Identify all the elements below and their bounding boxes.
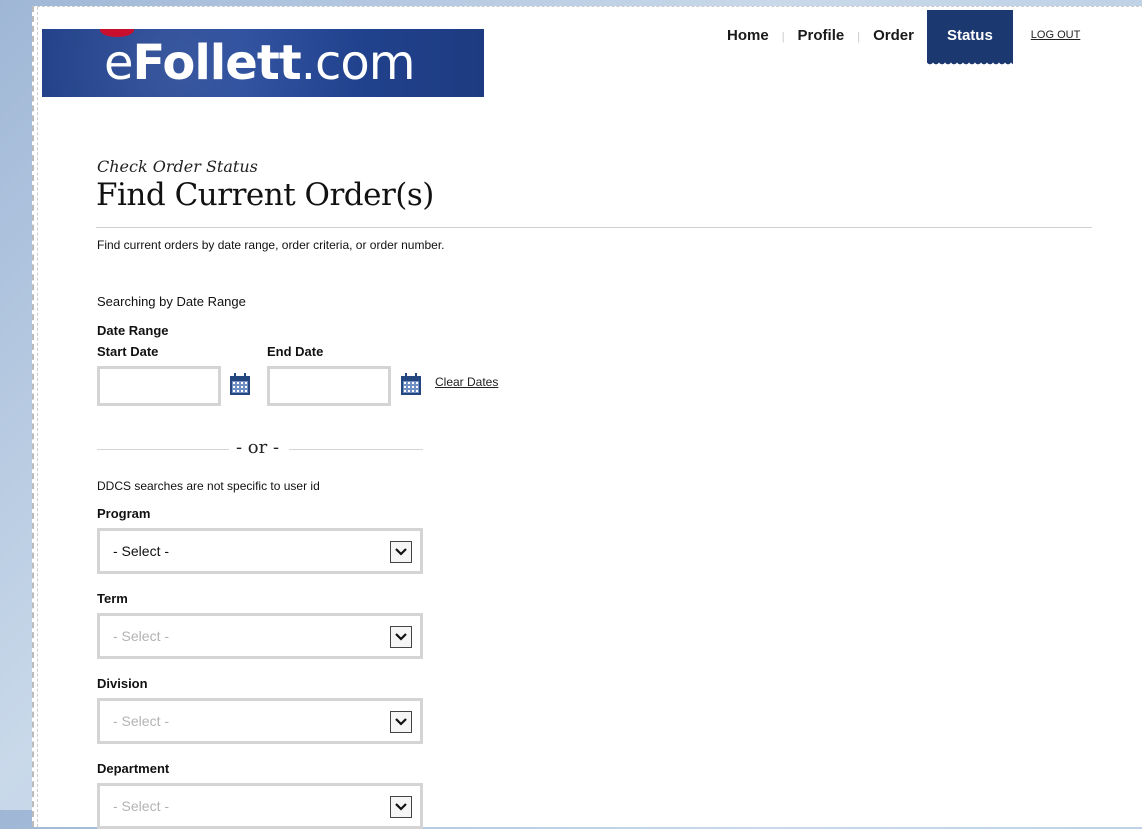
chevron-down-icon[interactable] [390, 541, 412, 563]
nav-profile[interactable]: Profile [785, 7, 858, 67]
term-select-value: - Select - [113, 628, 170, 644]
chevron-down-icon[interactable] [390, 711, 412, 733]
page-content: eFollett.com Home | Profile | Order Stat… [32, 6, 1142, 829]
start-date-calendar-icon[interactable] [229, 372, 251, 396]
page-border [37, 7, 38, 827]
nav-home[interactable]: Home [714, 7, 782, 67]
division-select-value: - Select - [113, 713, 170, 729]
program-label: Program [97, 506, 151, 521]
heading-divider [96, 227, 1092, 228]
efollett-logo[interactable]: eFollett.com [42, 29, 484, 97]
start-date-label: Start Date [97, 344, 159, 359]
department-select-value: - Select - [113, 798, 170, 814]
program-select[interactable]: - Select - [97, 528, 423, 574]
page-intro: Find current orders by date range, order… [97, 238, 445, 252]
division-label: Division [97, 676, 148, 691]
term-label: Term [97, 591, 128, 606]
page-title: Find Current Order(s) [96, 177, 434, 213]
or-line-left [97, 449, 229, 450]
clear-dates-link[interactable]: Clear Dates [435, 375, 498, 389]
or-text: - or - [236, 437, 280, 458]
program-select-value: - Select - [113, 543, 170, 559]
logo-text: eFollett.com [104, 35, 415, 91]
nav-order[interactable]: Order [860, 7, 927, 67]
term-select[interactable]: - Select - [97, 613, 423, 659]
ddcs-note: DDCS searches are not specific to user i… [97, 479, 320, 493]
or-divider: - or - [97, 437, 423, 459]
department-select[interactable]: - Select - [97, 783, 423, 829]
date-range-label: Date Range [97, 323, 169, 338]
division-select[interactable]: - Select - [97, 698, 423, 744]
page-subheading: Check Order Status [97, 157, 258, 176]
chevron-down-icon[interactable] [390, 626, 412, 648]
logout-link[interactable]: LOG OUT [1013, 7, 1081, 41]
start-date-input[interactable] [97, 366, 221, 406]
chevron-down-icon[interactable] [390, 796, 412, 818]
or-line-right [289, 449, 423, 450]
main-nav: Home | Profile | Order Status LOG OUT [714, 7, 1080, 67]
nav-status[interactable]: Status [926, 10, 1013, 67]
end-date-input[interactable] [267, 366, 391, 406]
end-date-label: End Date [267, 344, 324, 359]
end-date-calendar-icon[interactable] [400, 372, 422, 396]
department-label: Department [97, 761, 170, 776]
search-mode-text: Searching by Date Range [97, 294, 246, 309]
